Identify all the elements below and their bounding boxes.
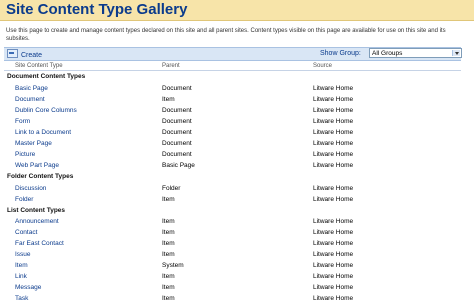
table-row: Web Part Page Basic Page Litware Home bbox=[0, 160, 474, 171]
source-cell: Litware Home bbox=[313, 273, 354, 280]
parent-cell: Document bbox=[162, 107, 192, 114]
chevron-down-icon[interactable] bbox=[452, 50, 460, 56]
content-type-link[interactable]: Issue bbox=[15, 249, 31, 260]
content-type-link[interactable]: Message bbox=[15, 282, 41, 293]
parent-cell: Item bbox=[162, 295, 175, 302]
table-row: Master Page Document Litware Home bbox=[0, 138, 474, 149]
page-title: Site Content Type Gallery bbox=[6, 1, 188, 18]
table-row: Issue Item Litware Home bbox=[0, 249, 474, 260]
parent-cell: Basic Page bbox=[162, 162, 195, 169]
table-row: Form Document Litware Home bbox=[0, 116, 474, 127]
parent-cell: Item bbox=[162, 196, 175, 203]
group-header-folder: Folder Content Types bbox=[7, 173, 74, 180]
source-cell: Litware Home bbox=[313, 262, 354, 269]
toolbar: Create Show Group: All Groups bbox=[4, 47, 462, 61]
parent-cell: Document bbox=[162, 129, 192, 136]
table-row: Basic Page Document Litware Home bbox=[0, 83, 474, 94]
table-row: Far East Contact Item Litware Home bbox=[0, 238, 474, 249]
content-type-link[interactable]: Folder bbox=[15, 194, 33, 205]
source-cell: Litware Home bbox=[313, 218, 354, 225]
source-cell: Litware Home bbox=[313, 295, 354, 302]
content-type-link[interactable]: Discussion bbox=[15, 183, 46, 194]
parent-cell: Document bbox=[162, 118, 192, 125]
page-description: Use this page to create and manage conte… bbox=[6, 28, 446, 42]
content-type-link[interactable]: Form bbox=[15, 116, 30, 127]
content-type-link[interactable]: Link bbox=[15, 271, 27, 282]
content-type-link[interactable]: Announcement bbox=[15, 216, 59, 227]
source-cell: Litware Home bbox=[313, 96, 354, 103]
source-cell: Litware Home bbox=[313, 251, 354, 258]
source-cell: Litware Home bbox=[313, 162, 354, 169]
show-group-value: All Groups bbox=[372, 50, 403, 57]
content-type-link[interactable]: Web Part Page bbox=[15, 160, 59, 171]
source-cell: Litware Home bbox=[313, 284, 354, 291]
parent-cell: Document bbox=[162, 151, 192, 158]
content-type-link[interactable]: Far East Contact bbox=[15, 238, 64, 249]
content-type-link[interactable]: Document bbox=[15, 94, 45, 105]
content-type-link[interactable]: Basic Page bbox=[15, 83, 48, 94]
parent-cell: Item bbox=[162, 96, 175, 103]
show-group-label: Show Group: bbox=[320, 50, 361, 57]
content-type-link[interactable]: Link to a Document bbox=[15, 127, 71, 138]
parent-cell: Item bbox=[162, 218, 175, 225]
table-row: Link to a Document Document Litware Home bbox=[0, 127, 474, 138]
source-cell: Litware Home bbox=[313, 118, 354, 125]
parent-cell: Document bbox=[162, 85, 192, 92]
show-group-select[interactable]: All Groups bbox=[369, 48, 462, 58]
parent-cell: Item bbox=[162, 273, 175, 280]
header-divider bbox=[4, 70, 461, 71]
title-bar: Site Content Type Gallery bbox=[0, 0, 474, 21]
table-row: Announcement Item Litware Home bbox=[0, 216, 474, 227]
source-cell: Litware Home bbox=[313, 129, 354, 136]
content-type-link[interactable]: Contact bbox=[15, 227, 37, 238]
table-row: Document Item Litware Home bbox=[0, 94, 474, 105]
table-row: Dublin Core Columns Document Litware Hom… bbox=[0, 105, 474, 116]
table-row: Discussion Folder Litware Home bbox=[0, 183, 474, 194]
source-cell: Litware Home bbox=[313, 229, 354, 236]
source-cell: Litware Home bbox=[313, 140, 354, 147]
source-cell: Litware Home bbox=[313, 240, 354, 247]
table-row: Folder Item Litware Home bbox=[0, 194, 474, 205]
source-cell: Litware Home bbox=[313, 196, 354, 203]
parent-cell: Item bbox=[162, 284, 175, 291]
content-type-link[interactable]: Task bbox=[15, 293, 28, 304]
content-type-link[interactable]: Picture bbox=[15, 149, 35, 160]
group-header-list: List Content Types bbox=[7, 207, 66, 214]
table-row: Message Item Litware Home bbox=[0, 282, 474, 293]
source-cell: Litware Home bbox=[313, 185, 354, 192]
parent-cell: Item bbox=[162, 251, 175, 258]
source-cell: Litware Home bbox=[313, 107, 354, 114]
column-header-source[interactable]: Source bbox=[313, 62, 332, 70]
table-row: Link Item Litware Home bbox=[0, 271, 474, 282]
content-type-link[interactable]: Item bbox=[15, 260, 28, 271]
parent-cell: Item bbox=[162, 229, 175, 236]
column-header-parent[interactable]: Parent bbox=[162, 62, 180, 70]
table-row: Picture Document Litware Home bbox=[0, 149, 474, 160]
table-row: Contact Item Litware Home bbox=[0, 227, 474, 238]
parent-cell: Folder bbox=[162, 185, 181, 192]
table-row: Item System Litware Home bbox=[0, 260, 474, 271]
parent-cell: Document bbox=[162, 140, 192, 147]
table-row: Task Item Litware Home bbox=[0, 293, 474, 304]
source-cell: Litware Home bbox=[313, 85, 354, 92]
create-button[interactable]: Create bbox=[7, 49, 42, 61]
parent-cell: System bbox=[162, 262, 184, 269]
group-header-document: Document Content Types bbox=[7, 73, 86, 80]
column-header-site-content-type[interactable]: Site Content Type bbox=[15, 62, 63, 70]
new-item-icon bbox=[7, 49, 18, 58]
parent-cell: Item bbox=[162, 240, 175, 247]
create-label: Create bbox=[21, 52, 43, 59]
content-type-link[interactable]: Dublin Core Columns bbox=[15, 105, 77, 116]
source-cell: Litware Home bbox=[313, 151, 354, 158]
content-type-link[interactable]: Master Page bbox=[15, 138, 52, 149]
